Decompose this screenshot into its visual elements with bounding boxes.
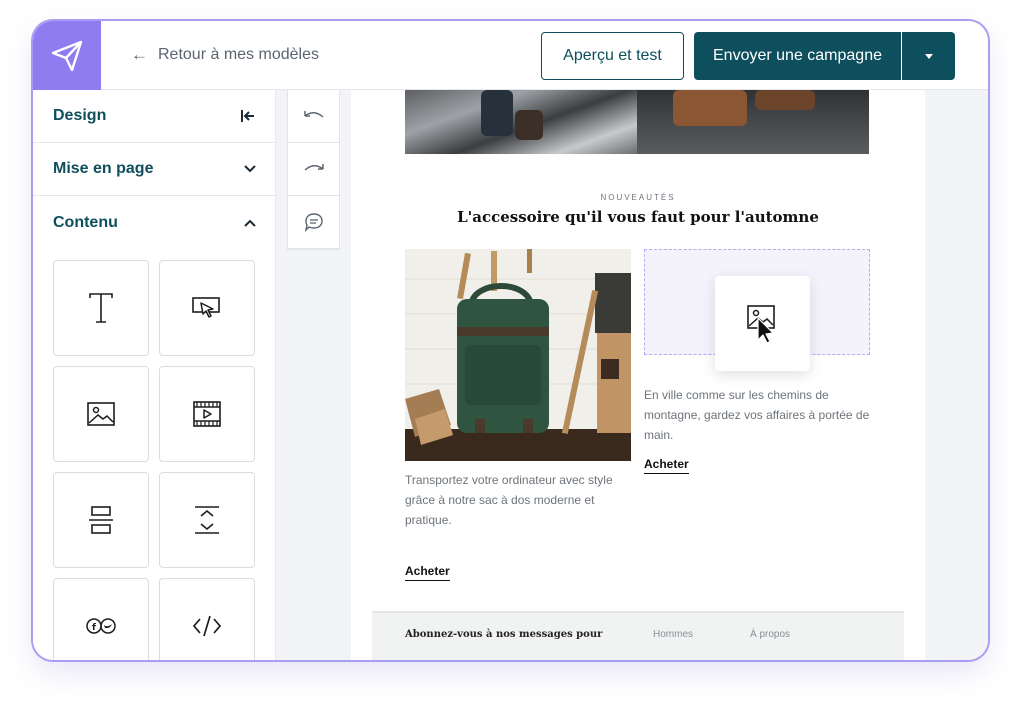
product2-buy-link[interactable]: Acheter	[644, 457, 689, 474]
footer-link-about[interactable]: À propos	[750, 629, 790, 640]
preview-test-button[interactable]: Aperçu et test	[541, 32, 684, 80]
left-panel: Design Mise en page Contenu f	[33, 90, 276, 660]
svg-text:f: f	[92, 623, 96, 633]
footer-subscribe-text: Abonnez-vous à nos messages pour	[405, 629, 603, 640]
product1-buy-link[interactable]: Acheter	[405, 564, 450, 581]
hero-image[interactable]	[405, 90, 869, 154]
section-content[interactable]: Contenu	[33, 196, 276, 249]
hero-image-left	[405, 90, 637, 154]
hero-image-right	[637, 90, 869, 154]
spacer-block-tile[interactable]	[159, 472, 255, 568]
divider-block-tile[interactable]	[53, 472, 149, 568]
footer-link-men[interactable]: Hommes	[653, 629, 693, 640]
spacer-icon	[195, 506, 219, 534]
app-logo[interactable]	[33, 21, 101, 90]
video-icon	[193, 401, 221, 427]
email-canvas[interactable]: NOUVEAUTÉS L'accessoire qu'il vous faut …	[351, 90, 925, 660]
history-toolbar	[287, 90, 340, 250]
text-block-tile[interactable]	[53, 260, 149, 356]
email-footer: Abonnez-vous à nos messages pour Hommes …	[372, 611, 904, 660]
comment-button[interactable]	[288, 196, 339, 249]
arrow-left-icon: ←	[131, 45, 148, 64]
text-icon	[89, 293, 113, 323]
product2-description: En ville comme sur les chemins de montag…	[644, 388, 870, 442]
section-design[interactable]: Design	[33, 90, 276, 143]
app-window: ← Retour à mes modèles Aperçu et test En…	[33, 21, 988, 660]
redo-icon	[304, 164, 324, 171]
social-block-tile[interactable]: f	[53, 578, 149, 660]
backpack-photo	[405, 249, 631, 461]
back-link-label: Retour à mes modèles	[158, 46, 319, 63]
image-icon	[746, 304, 775, 344]
boot-shape	[673, 90, 747, 126]
section-headline: L'accessoire qu'il vous faut pour l'auto…	[457, 208, 819, 226]
dragged-image-block[interactable]	[715, 276, 810, 371]
paper-plane-icon	[51, 40, 83, 71]
back-link[interactable]: ← Retour à mes modèles	[131, 45, 319, 65]
section-label: Design	[53, 107, 107, 124]
section-layout[interactable]: Mise en page	[33, 143, 276, 196]
chevron-up-icon	[244, 219, 256, 227]
undo-icon	[303, 111, 323, 118]
section-label: Mise en page	[53, 160, 154, 177]
image-block-tile[interactable]	[53, 366, 149, 462]
boot-shape	[515, 110, 543, 140]
button-block-tile[interactable]	[159, 260, 255, 356]
chevron-down-icon	[244, 165, 256, 173]
section-label: Contenu	[53, 213, 118, 231]
boot-shape	[481, 90, 513, 136]
divider-icon	[89, 506, 113, 534]
caret-down-icon	[924, 53, 933, 59]
collapse-left-icon[interactable]	[240, 109, 256, 123]
section-kicker: NOUVEAUTÉS	[600, 193, 676, 202]
cursor-button-icon	[192, 297, 220, 318]
html-block-tile[interactable]	[159, 578, 255, 660]
backpack-image[interactable]	[405, 249, 631, 461]
send-campaign-button[interactable]: Envoyer une campagne	[694, 32, 901, 80]
undo-button[interactable]	[288, 90, 339, 143]
social-icon: f	[86, 618, 116, 634]
redo-button[interactable]	[288, 143, 339, 196]
send-options-dropdown[interactable]	[902, 32, 955, 80]
comment-icon	[304, 213, 323, 232]
video-block-tile[interactable]	[159, 366, 255, 462]
code-icon	[192, 615, 222, 637]
boot-shape	[755, 90, 815, 110]
top-bar: ← Retour à mes modèles Aperçu et test En…	[33, 21, 988, 90]
product1-description: Transportez votre ordinateur avec style …	[405, 473, 613, 527]
image-icon	[87, 402, 115, 426]
